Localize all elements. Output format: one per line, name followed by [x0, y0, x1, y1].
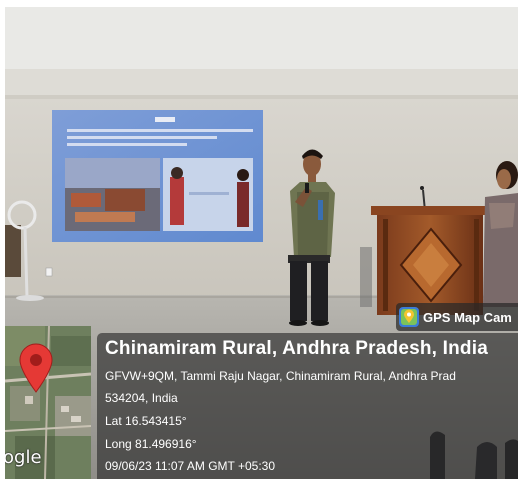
address-line-1: GFVW+9QM, Tammi Raju Nagar, Chinamiram R…: [105, 369, 456, 383]
latitude: Lat 16.543415°: [105, 414, 187, 428]
map-thumbnail: ogle: [5, 326, 91, 479]
map-pin-icon: [19, 343, 53, 393]
photo-frame: ogle GPS Map Cam Chinamiram Rural, Andhr…: [5, 7, 518, 479]
timestamp: 09/06/23 11:07 AM GMT +05:30: [105, 459, 276, 473]
address-line-2: 534204, India: [105, 391, 178, 405]
location-info-panel: Chinamiram Rural, Andhra Pradesh, India …: [97, 333, 518, 479]
longitude: Long 81.496916°: [105, 437, 197, 451]
gps-map-camera-icon: [399, 307, 419, 327]
gps-tag-label: GPS Map Cam: [423, 309, 512, 325]
gps-map-camera-tag: GPS Map Cam: [396, 303, 518, 331]
map-attribution: ogle: [5, 447, 42, 468]
place-title: Chinamiram Rural, Andhra Pradesh, India: [105, 338, 488, 359]
